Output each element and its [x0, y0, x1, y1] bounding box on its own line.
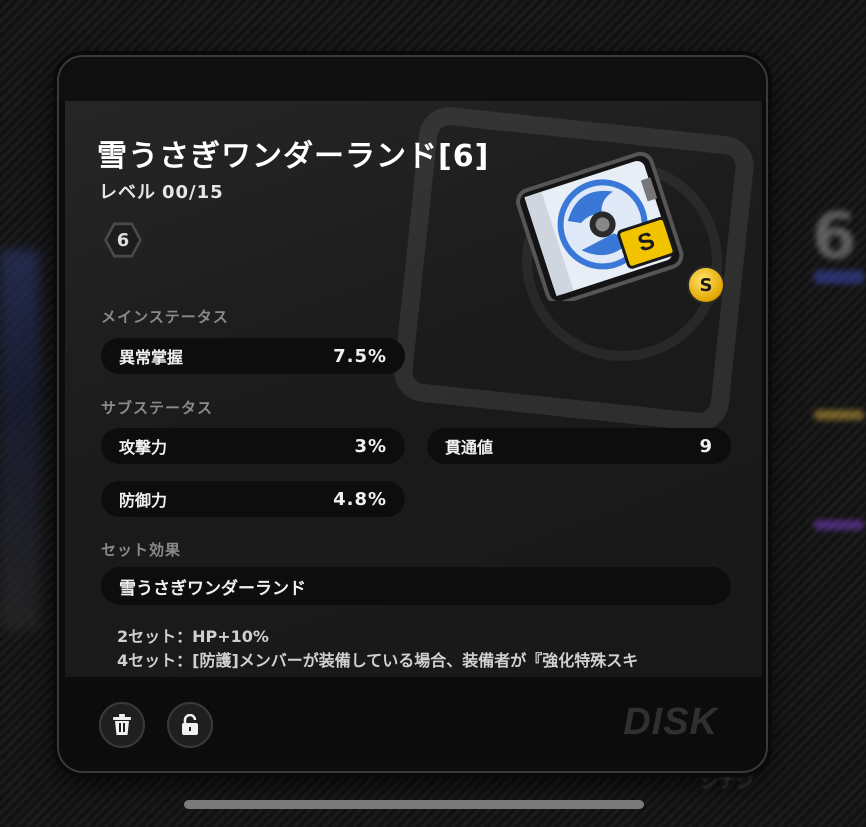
disk-level: レベル 00/15 — [99, 178, 224, 204]
level-label: レベル — [99, 182, 156, 203]
unlock-icon — [182, 714, 198, 735]
slot-number: 6 — [116, 229, 130, 251]
sub-stat-value: 4.8% — [333, 488, 387, 510]
sub-stat-name: 防御力 — [119, 491, 168, 510]
main-stat-section-label: メインステータス — [101, 308, 229, 326]
sub-stat-name: 攻撃力 — [119, 438, 168, 457]
background-blur-left — [0, 250, 40, 630]
disk-image: S — [516, 151, 684, 301]
home-indicator[interactable] — [184, 800, 644, 809]
set-bonus-4: 4セット：[防護]メンバーが装備している場合、装備者が『強化特殊スキ — [117, 651, 639, 670]
card-footer: DISK — [59, 677, 766, 771]
sub-stat-row: 貫通値 9 — [427, 428, 731, 464]
sub-stat-value: 3% — [354, 435, 387, 457]
main-stat-value: 7.5% — [333, 345, 387, 367]
disk-title: 雪うさぎワンダーランド[6] — [97, 139, 490, 174]
background-blur-right: 6 — [806, 200, 866, 670]
main-stat-row: 異常掌握 7.5% — [101, 338, 405, 374]
lock-toggle-button[interactable] — [167, 702, 213, 748]
background-slot-number: 6 — [812, 200, 857, 274]
sub-stat-name: 貫通値 — [445, 438, 494, 457]
trash-icon — [113, 714, 131, 735]
disk-brand-label: DISK — [623, 701, 718, 743]
delete-button[interactable] — [99, 702, 145, 748]
set-bonus-2: 2セット：HP+10% — [117, 627, 269, 646]
sub-stat-row: 防御力 4.8% — [101, 481, 405, 517]
disk-info-panel[interactable]: 雪うさぎワンダーランド[6] レベル 00/15 6 S S メインステータス … — [65, 101, 762, 677]
sub-stat-row: 攻撃力 3% — [101, 428, 405, 464]
set-effect-name-row: 雪うさぎワンダーランド — [101, 567, 731, 605]
disk-detail-card: 雪うさぎワンダーランド[6] レベル 00/15 6 S S メインステータス … — [57, 55, 768, 773]
sub-stat-section-label: サブステータス — [101, 399, 214, 417]
level-value: 00/15 — [162, 182, 224, 203]
sub-stat-value: 9 — [699, 435, 713, 457]
rank-badge: S — [687, 266, 725, 304]
main-stat-name: 異常掌握 — [119, 348, 184, 367]
slot-badge: 6 — [104, 222, 142, 258]
set-effect-section-label: セット効果 — [101, 541, 182, 559]
set-effect-name: 雪うさぎワンダーランド — [119, 578, 306, 599]
card-header-bar — [59, 57, 766, 101]
